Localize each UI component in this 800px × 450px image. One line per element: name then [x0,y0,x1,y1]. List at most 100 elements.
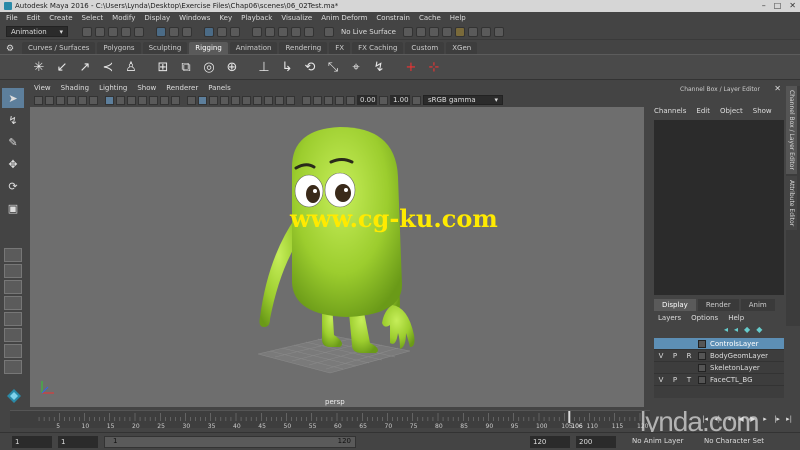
gamma-icon[interactable] [379,95,388,105]
menu-layer-help[interactable]: Help [728,314,744,322]
rotate-tool-icon[interactable]: ⟳ [2,176,24,196]
wrap-deformer-icon[interactable]: ◎ [200,58,218,76]
menu-file[interactable]: File [6,14,18,22]
locator-icon[interactable]: + [402,58,420,76]
four-pane-layout-icon[interactable] [4,264,22,278]
shelf-tab-fx-caching[interactable]: FX Caching [352,42,404,54]
aim-constraint-icon[interactable]: ↳ [278,58,296,76]
layer-row[interactable]: SkeletonLayer [654,362,784,374]
grease-pencil-icon[interactable] [89,95,98,105]
animation-start-field[interactable]: 1 [58,436,98,448]
close-icon[interactable]: ✕ [774,84,781,93]
history-icon[interactable] [402,26,413,37]
menu-cb-show[interactable]: Show [753,107,772,119]
shelf-tab-fx[interactable]: FX [329,42,351,54]
menu-cache[interactable]: Cache [419,14,441,22]
layer-color-swatch[interactable] [698,351,706,360]
new-scene-icon[interactable] [82,26,92,37]
select-component-icon[interactable] [182,26,192,37]
tab-display[interactable]: Display [654,299,696,311]
play-forwards-icon[interactable]: ▶ [748,414,758,424]
redo-icon[interactable] [134,26,144,37]
go-to-end-icon[interactable]: ▸| [784,414,794,424]
shelf-tab-sculpting[interactable]: Sculpting [142,42,188,54]
wireframe-icon[interactable] [187,95,196,105]
ik-spline-icon[interactable]: ↗ [76,58,94,76]
lattice-icon[interactable]: ⊞ [154,58,172,76]
shelf-tab-polygons[interactable]: Polygons [97,42,141,54]
select-hierarchy-icon[interactable] [156,26,166,37]
camera-attributes-icon[interactable] [45,95,54,105]
safe-title-icon[interactable] [171,95,180,105]
grid-toggle-icon[interactable] [105,95,114,105]
scale-constraint-icon[interactable]: ⤡ [324,58,342,76]
hypershade-icon[interactable] [454,26,465,37]
image-plane-icon[interactable] [67,95,76,105]
close-icon[interactable]: ✕ [789,1,796,10]
go-to-start-icon[interactable]: |◂ [700,414,710,424]
parent-constraint-icon[interactable]: ⌖ [347,58,365,76]
end-frame-field[interactable]: 120 [530,436,570,448]
reference-toggle[interactable]: R [682,352,696,360]
render-settings-icon[interactable] [441,26,452,37]
play-backwards-icon[interactable]: ◀ [736,414,746,424]
lasso-tool-icon[interactable]: ↯ [2,110,24,130]
anim-layer-label[interactable]: No Anim Layer [632,437,683,445]
move-layer-down-icon[interactable]: ◂ [734,325,738,334]
minimize-icon[interactable]: – [762,1,766,10]
orient-constraint-icon[interactable]: ⟲ [301,58,319,76]
open-scene-icon[interactable] [95,26,105,37]
snap-surface-icon[interactable] [304,26,314,37]
live-surface-icon[interactable] [324,26,334,37]
menu-show[interactable]: Show [137,84,156,94]
reference-toggle[interactable]: T [682,376,696,384]
move-tool-icon[interactable]: ✥ [2,154,24,174]
mode-toggle-icon[interactable] [480,26,491,37]
menu-options[interactable]: Options [691,314,718,322]
wireframe-on-shaded-icon[interactable] [209,95,218,105]
undo-icon[interactable] [121,26,131,37]
shadows-icon[interactable] [242,95,251,105]
film-gate-icon[interactable] [116,95,125,105]
step-forward-frame-icon[interactable]: ▸ [760,414,770,424]
ncloth-icon[interactable] [6,388,22,404]
snap-point-icon[interactable] [278,26,288,37]
menu-key[interactable]: Key [219,14,232,22]
shelf-tab-custom[interactable]: Custom [405,42,445,54]
persp-outliner-layout-icon[interactable] [4,280,22,294]
shelf-tab-rigging[interactable]: Rigging [189,42,228,54]
single-pane-layout-icon[interactable] [4,248,22,262]
ambient-occlusion-icon[interactable] [253,95,262,105]
gate-mask-icon[interactable] [138,95,147,105]
anti-aliasing-icon[interactable] [275,95,284,105]
layer-color-swatch[interactable] [698,363,706,372]
visibility-toggle[interactable]: V [654,352,668,360]
highlight-selection-icon[interactable] [230,26,240,37]
menu-layers[interactable]: Layers [658,314,681,322]
smooth-shade-icon[interactable] [198,95,207,105]
lock-selection-icon[interactable] [217,26,227,37]
menu-help[interactable]: Help [450,14,466,22]
current-time-indicator[interactable] [568,411,571,423]
scale-tool-icon[interactable]: ▣ [2,198,24,218]
select-object-icon[interactable] [169,26,179,37]
layer-name[interactable]: FaceCTL_BG [710,376,753,384]
layer-name[interactable]: BodyGeomLayer [710,352,768,360]
new-layer-selected-icon[interactable]: ◆ [756,325,762,334]
select-tool-icon[interactable]: ➤ [2,88,24,108]
joint-tool-icon[interactable]: ✳ [30,58,48,76]
ik-handle-icon[interactable]: ↙ [53,58,71,76]
shelf-tab-xgen[interactable]: XGen [446,42,478,54]
menu-object[interactable]: Object [720,107,743,119]
visibility-toggle[interactable]: V [654,376,668,384]
attribute-editor-toggle-icon[interactable] [493,26,504,37]
step-back-key-icon[interactable]: ◂| [712,414,722,424]
shelf-tab-rendering[interactable]: Rendering [279,42,328,54]
depth-of-field-icon[interactable] [286,95,295,105]
menu-visualize[interactable]: Visualize [281,14,312,22]
menu-cb-edit[interactable]: Edit [696,107,710,119]
move-layer-up-icon[interactable]: ◂ [724,325,728,334]
playback-toggle[interactable]: P [668,352,682,360]
bookmark-icon[interactable] [56,95,65,105]
time-slider[interactable]: 5 10 15 20 25 30 35 40 45 50 55 60 65 70 75 80 85 90 95 100… [10,410,650,430]
